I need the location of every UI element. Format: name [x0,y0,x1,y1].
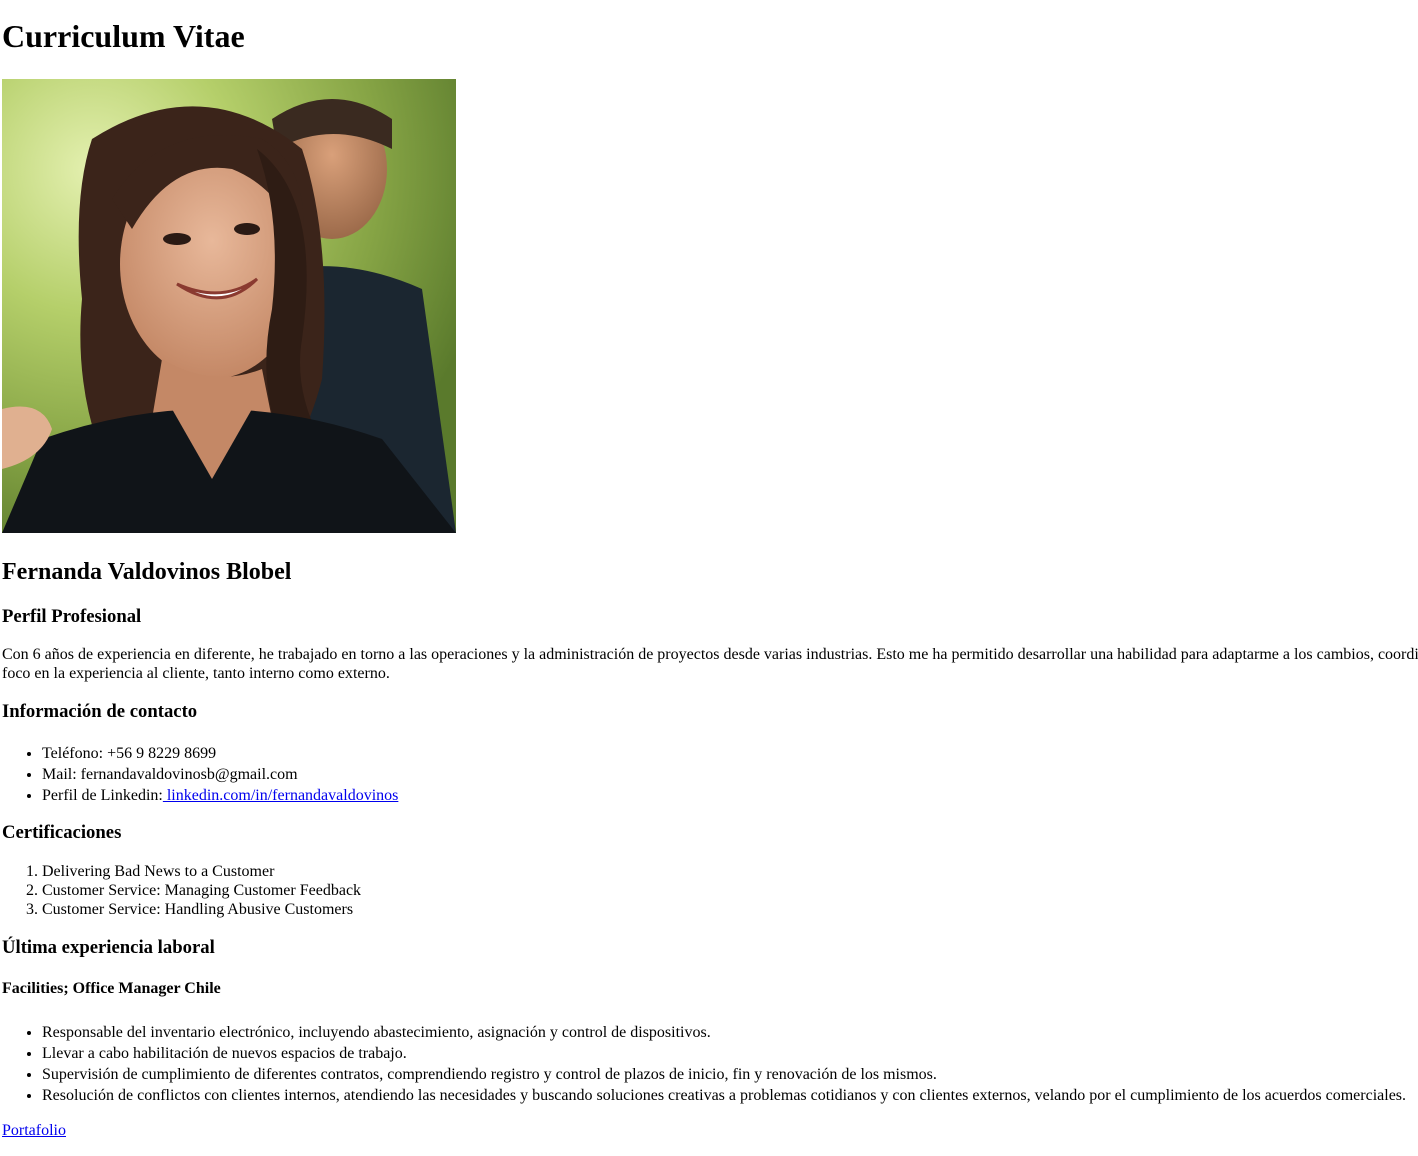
experiencia-role: Facilities; Office Manager Chile [2,980,221,997]
experience-item: Responsable del inventario electrónico, … [42,1022,1406,1043]
certification-item: Customer Service: Managing Customer Feed… [42,881,361,900]
person-name: Fernanda Valdovinos Blobel [2,559,292,585]
perfil-line-2: foco en la experiencia al cliente, tanto… [2,665,390,682]
contact-list: Teléfono: +56 9 8229 8699 Mail: fernanda… [2,743,398,806]
perfil-heading: Perfil Profesional [2,606,142,627]
experience-list: Responsable del inventario electrónico, … [2,1022,1406,1106]
perfil-paragraph: Con 6 años de experiencia en diferente, … [2,645,1418,683]
profile-photo-illustration [2,79,456,533]
experience-item: Supervisión de cumplimiento de diferente… [42,1064,1406,1085]
contact-linkedin: Perfil de Linkedin: linkedin.com/in/fern… [42,785,398,806]
certificaciones-heading: Certificaciones [2,822,122,843]
page-title: Curriculum Vitae [2,18,245,54]
certification-item: Customer Service: Handling Abusive Custo… [42,900,361,919]
portfolio-link[interactable]: Portafolio [2,1121,66,1140]
experience-item: Llevar a cabo habilitación de nuevos esp… [42,1043,1406,1064]
contact-mail: Mail: fernandavaldovinosb@gmail.com [42,764,398,785]
perfil-line-1: Con 6 años de experiencia en diferente, … [2,646,1418,663]
profile-photo [2,79,456,533]
linkedin-label: Perfil de Linkedin: [42,787,163,804]
contacto-heading: Información de contacto [2,701,198,722]
certifications-list: Delivering Bad News to a Customer Custom… [2,862,361,919]
contact-phone: Teléfono: +56 9 8229 8699 [42,743,398,764]
experiencia-heading: Última experiencia laboral [2,937,215,958]
certification-item: Delivering Bad News to a Customer [42,862,361,881]
experience-item: Resolución de conflictos con clientes in… [42,1085,1406,1106]
linkedin-link[interactable]: linkedin.com/in/fernandavaldovinos [163,787,399,804]
